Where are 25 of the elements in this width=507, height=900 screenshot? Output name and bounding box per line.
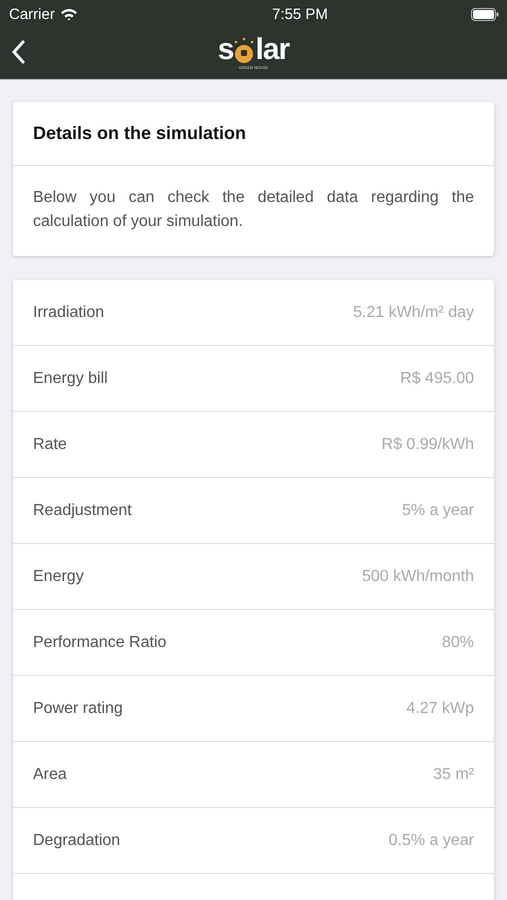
detail-value: 500 kWh/month	[362, 568, 474, 586]
wifi-icon	[60, 8, 78, 20]
detail-label: Area	[33, 766, 67, 784]
detail-value: 5.21 kWh/m² day	[353, 304, 474, 322]
detail-value: R$ 0.99/kWh	[382, 436, 474, 454]
detail-value: 4.27 kWp	[406, 700, 474, 718]
detail-value: 35 m²	[433, 766, 474, 784]
detail-value: R$ 495.00	[400, 370, 474, 388]
detail-value: 80%	[442, 634, 474, 652]
detail-value: 5% a year	[402, 502, 474, 520]
detail-label: Rate	[33, 436, 67, 454]
detail-label: Performance Ratio	[33, 634, 166, 652]
detail-label: Energy bill	[33, 370, 108, 388]
detail-label: Readjustment	[33, 502, 132, 520]
battery-icon	[471, 8, 499, 20]
detail-value: 0.5% a year	[388, 832, 474, 850]
section-description: Below you can check the detailed data regarding the calculation of your simulation.	[32, 188, 475, 232]
section-title: Details on the simulation	[13, 102, 494, 166]
detail-label: Degradation	[33, 832, 120, 850]
carrier-label: Carrier	[9, 6, 55, 22]
detail-label: Energy	[33, 568, 84, 586]
status-time: 7:55 PM	[272, 6, 328, 22]
detail-label: Power rating	[33, 700, 123, 718]
detail-label: Irradiation	[33, 304, 104, 322]
back-button[interactable]	[10, 40, 26, 66]
